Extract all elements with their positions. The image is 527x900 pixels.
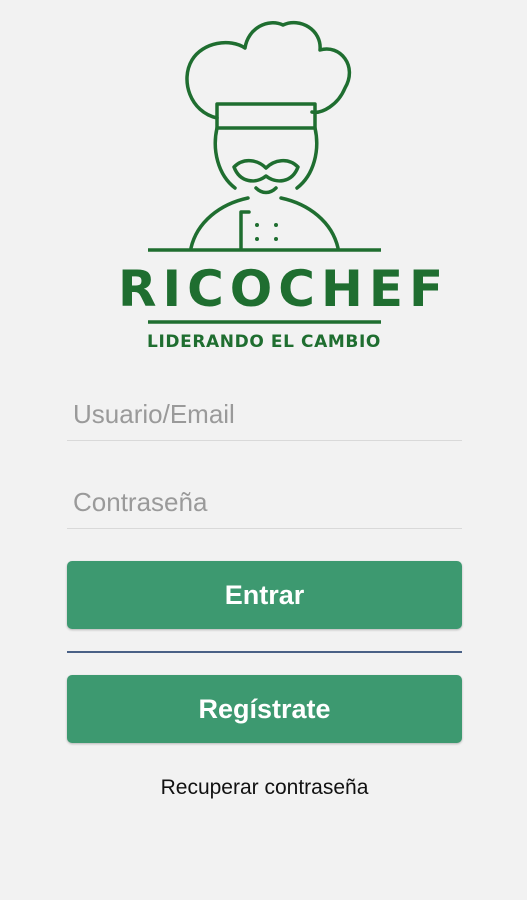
username-field[interactable] — [67, 384, 462, 441]
password-field[interactable] — [67, 472, 462, 529]
brand-tagline: LIDERANDO EL CAMBIO — [147, 332, 381, 352]
username-input[interactable] — [73, 399, 458, 430]
recover-password-link[interactable]: Recuperar contraseña — [67, 776, 462, 800]
ricochef-logo: RICOCHEF LIDERANDO EL CAMBIO — [0, 0, 527, 360]
register-button[interactable]: Regístrate — [67, 675, 462, 743]
divider — [67, 651, 462, 653]
password-input[interactable] — [73, 487, 458, 518]
enter-button[interactable]: Entrar — [67, 561, 462, 629]
brand-name: RICOCHEF — [118, 260, 450, 318]
